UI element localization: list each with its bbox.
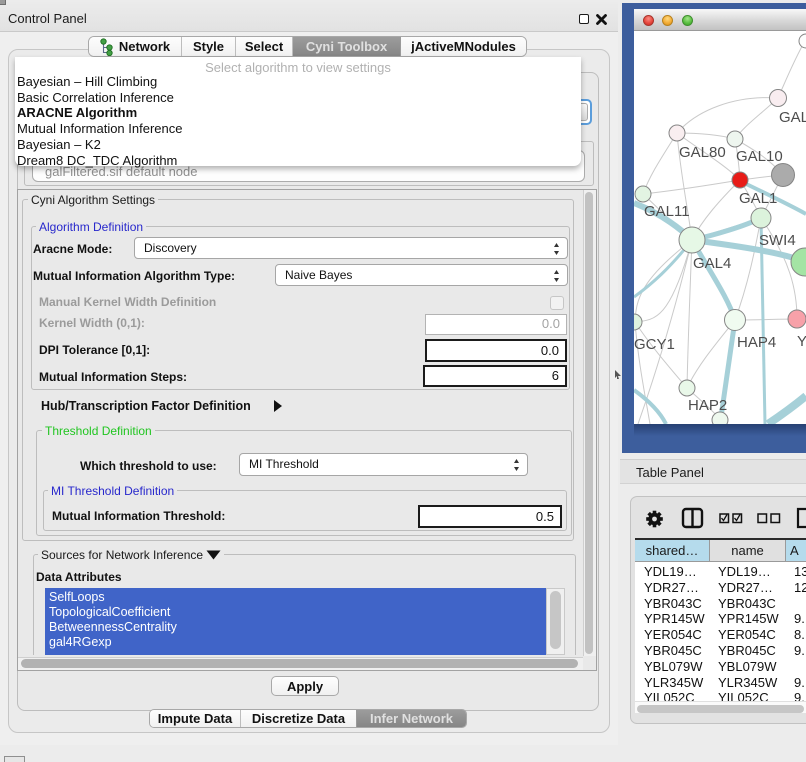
svg-text:GAL10: GAL10 [736, 148, 783, 165]
svg-text:SWI4: SWI4 [759, 232, 796, 249]
svg-text:YD: YD [797, 333, 806, 350]
svg-text:HAP4: HAP4 [737, 334, 776, 351]
svg-text:GAL80: GAL80 [679, 144, 726, 161]
svg-text:HAP2: HAP2 [688, 397, 727, 414]
svg-text:GAL4: GAL4 [693, 255, 731, 272]
svg-text:GAL1: GAL1 [739, 190, 777, 207]
svg-text:GAL11: GAL11 [644, 203, 690, 220]
svg-text:GAL2: GAL2 [779, 109, 806, 126]
svg-text:GCY1: GCY1 [634, 336, 675, 353]
